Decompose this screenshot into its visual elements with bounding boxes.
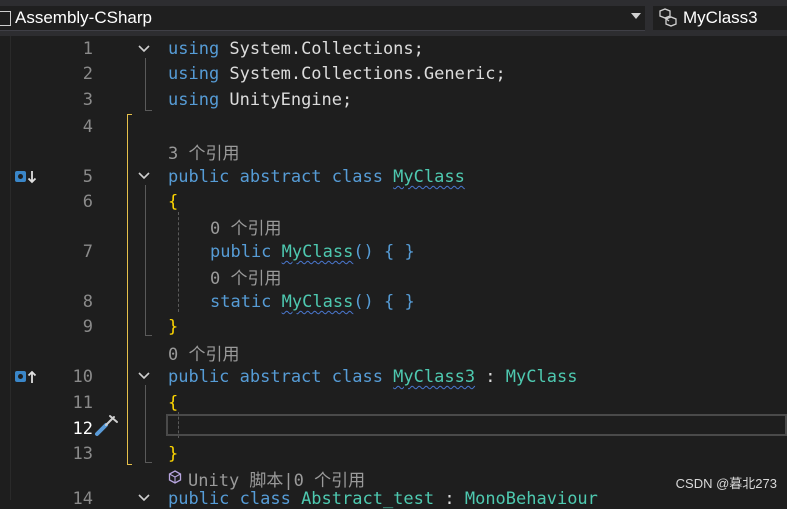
code-line-1[interactable]: using System.Collections; xyxy=(168,39,424,59)
code-line-6[interactable]: { xyxy=(168,192,178,212)
keyword: public abstract class xyxy=(168,367,394,387)
code-text: () { } xyxy=(353,242,415,262)
code-text: () { } xyxy=(353,292,415,312)
type-name: MyClass xyxy=(393,167,465,187)
code-text: System.Collections.Generic; xyxy=(219,64,506,84)
line-number: 9 xyxy=(82,317,93,337)
code-line-8[interactable]: static MyClass() { } xyxy=(210,292,415,312)
keyword: public xyxy=(210,242,282,262)
editor-margin-divider xyxy=(10,36,11,500)
codelens-references[interactable]: 0 个引用 xyxy=(168,340,239,365)
line-number: 1 xyxy=(82,39,93,59)
codelens-references[interactable]: 3 个引用 xyxy=(168,139,239,164)
keyword: using xyxy=(168,90,220,110)
code-line-11[interactable]: { xyxy=(168,393,178,413)
codelens-unity-references[interactable]: Unity 脚本|0 个引用 xyxy=(188,466,365,491)
type-name: Abstract_test xyxy=(301,489,435,509)
project-dropdown[interactable]: Assembly-CSharp xyxy=(0,6,645,31)
line-number: 10 xyxy=(72,367,93,387)
brace: } xyxy=(168,444,179,464)
indent-guide xyxy=(178,212,179,312)
collapse-chevron-icon[interactable] xyxy=(138,370,150,382)
watermark: CSDN @暮北273 xyxy=(675,476,777,491)
base-type-name: MyClass xyxy=(505,367,578,387)
code-line-13[interactable]: } xyxy=(168,444,178,464)
code-text: System.Collections; xyxy=(219,39,424,59)
member-dropdown-label: MyClass3 xyxy=(683,8,758,27)
line-number: 8 xyxy=(82,292,93,312)
quick-actions-icon[interactable] xyxy=(92,414,122,438)
line-number: 6 xyxy=(82,192,93,212)
member-dropdown[interactable]: MyClass3 xyxy=(653,6,787,30)
code-text: : xyxy=(434,489,465,509)
keyword: using xyxy=(168,64,220,84)
fold-guide-end xyxy=(145,335,152,336)
navigation-bar: Assembly-CSharp MyClass3 xyxy=(0,0,787,36)
collapse-chevron-icon[interactable] xyxy=(138,170,150,182)
line-number: 4 xyxy=(82,117,93,137)
fold-guide xyxy=(145,385,146,462)
keyword: using xyxy=(168,39,220,59)
code-text: UnityEngine; xyxy=(219,90,353,110)
code-text: : xyxy=(475,367,506,387)
keyword: static xyxy=(210,292,282,312)
codelens-references[interactable]: 0 个引用 xyxy=(210,264,281,289)
fold-guide xyxy=(145,58,146,110)
fold-guide-end xyxy=(145,110,152,111)
line-number: 5 xyxy=(82,167,93,187)
code-line-3[interactable]: using UnityEngine; xyxy=(168,90,352,110)
code-line-9[interactable]: } xyxy=(168,317,178,337)
type-name: MyClass xyxy=(281,242,354,262)
type-name: MyClass xyxy=(281,292,354,312)
keyword: public abstract class xyxy=(168,167,394,187)
collapse-chevron-icon[interactable] xyxy=(138,43,150,55)
code-line-14[interactable]: public class Abstract_test : MonoBehavio… xyxy=(168,489,598,509)
change-indicator-bar xyxy=(127,114,132,465)
base-type-name: MonoBehaviour xyxy=(464,489,598,509)
keyword: public class xyxy=(168,489,302,509)
code-line-5[interactable]: public abstract class MyClass xyxy=(168,167,465,187)
unity-icon xyxy=(168,470,182,484)
collapse-chevron-icon[interactable] xyxy=(138,492,150,504)
line-number: 3 xyxy=(82,90,93,110)
code-line-7[interactable]: public MyClass() { } xyxy=(210,242,415,262)
code-line-2[interactable]: using System.Collections.Generic; xyxy=(168,64,506,84)
chevron-down-icon[interactable] xyxy=(631,13,641,19)
fold-guide xyxy=(145,185,146,335)
line-number: 13 xyxy=(72,444,93,464)
line-number: 11 xyxy=(72,393,93,413)
brace: { xyxy=(168,393,179,413)
line-number: 14 xyxy=(72,489,93,509)
line-number: 2 xyxy=(82,64,93,84)
project-dropdown-label: Assembly-CSharp xyxy=(15,8,152,27)
project-icon xyxy=(0,11,11,26)
overridden-by-icon[interactable] xyxy=(14,169,38,185)
brace: { xyxy=(168,192,179,212)
brace: } xyxy=(168,317,179,337)
current-line-highlight[interactable] xyxy=(166,414,787,436)
line-number: 7 xyxy=(82,242,93,262)
line-number-current: 12 xyxy=(72,419,93,439)
code-line-10[interactable]: public abstract class MyClass3 : MyClass xyxy=(168,367,577,387)
fold-guide-end xyxy=(145,462,152,463)
codelens-references[interactable]: 0 个引用 xyxy=(210,214,281,239)
overrides-icon[interactable] xyxy=(14,369,38,385)
class-members-icon xyxy=(659,8,677,27)
type-name: MyClass3 xyxy=(393,367,476,387)
